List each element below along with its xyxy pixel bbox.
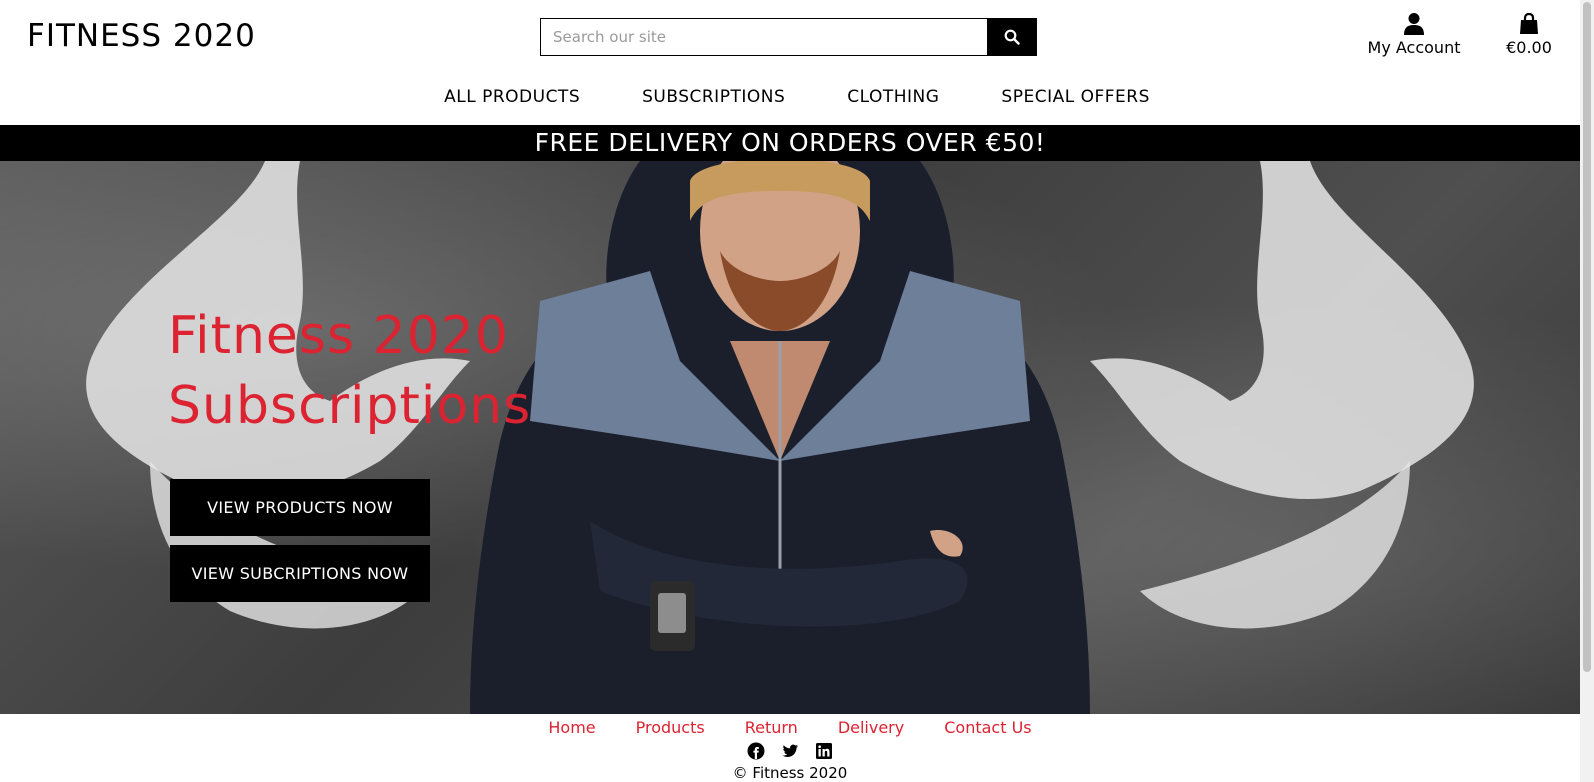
hero-title-line-1: Fitness 2020: [168, 306, 509, 366]
search-button[interactable]: [987, 18, 1037, 56]
nav-subscriptions[interactable]: SUBSCRIPTIONS: [611, 83, 816, 111]
footer-link-home[interactable]: Home: [528, 716, 615, 740]
free-delivery-banner: FREE DELIVERY ON ORDERS OVER €50!: [0, 125, 1580, 161]
my-account-label: My Account: [1367, 38, 1461, 57]
view-subscriptions-button[interactable]: VIEW SUBCRIPTIONS NOW: [170, 545, 430, 602]
shopping-bag-link[interactable]: €0.00: [1502, 12, 1556, 57]
shopping-bag-icon: [1502, 12, 1556, 36]
footer-link-products[interactable]: Products: [616, 716, 725, 740]
search-form: [540, 18, 1037, 56]
page-scrollbar[interactable]: [1580, 0, 1594, 782]
linkedin-icon[interactable]: [815, 742, 833, 760]
main-nav: ALL PRODUCTS SUBSCRIPTIONS CLOTHING SPEC…: [0, 83, 1594, 111]
hero-title: Fitness 2020 Subscriptions: [168, 301, 531, 441]
search-input[interactable]: [540, 18, 987, 56]
site-footer: Home Products Return Delivery Contact Us: [0, 714, 1580, 782]
social-links: [0, 742, 1580, 760]
hero-section: Fitness 2020 Subscriptions VIEW PRODUCTS…: [0, 161, 1580, 714]
user-icon: [1366, 12, 1462, 36]
hero-title-line-2: Subscriptions: [168, 376, 532, 436]
site-logo[interactable]: FITNESS 2020: [27, 18, 256, 54]
search-icon: [1004, 29, 1020, 45]
footer-link-contact-us[interactable]: Contact Us: [924, 716, 1051, 740]
footer-link-delivery[interactable]: Delivery: [818, 716, 924, 740]
facebook-icon[interactable]: [747, 742, 765, 760]
nav-special-offers[interactable]: SPECIAL OFFERS: [970, 83, 1180, 111]
nav-all-products[interactable]: ALL PRODUCTS: [413, 83, 611, 111]
footer-link-return[interactable]: Return: [725, 716, 818, 740]
footer-links: Home Products Return Delivery Contact Us: [0, 716, 1580, 740]
my-account-link[interactable]: My Account: [1366, 12, 1462, 57]
site-header: FITNESS 2020 My Account €0.00 AL: [0, 0, 1594, 123]
nav-clothing[interactable]: CLOTHING: [816, 83, 970, 111]
bag-total: €0.00: [1506, 38, 1552, 57]
scrollbar-thumb[interactable]: [1583, 2, 1591, 672]
copyright-text: © Fitness 2020: [732, 764, 848, 782]
twitter-icon[interactable]: [781, 742, 799, 760]
view-products-button[interactable]: VIEW PRODUCTS NOW: [170, 479, 430, 536]
